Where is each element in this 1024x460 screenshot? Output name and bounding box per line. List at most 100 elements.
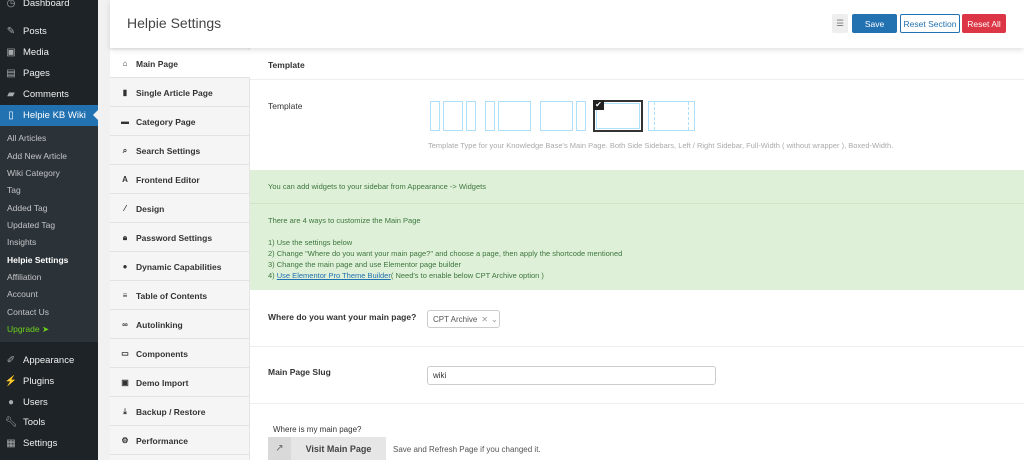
magic-wand-icon: ⁄ [124, 204, 126, 213]
menu-label: Pages [23, 68, 50, 79]
tab-dynamic-capabilities[interactable]: ● Dynamic Capabilities [110, 253, 250, 281]
external-link-icon: ↗ [268, 437, 291, 460]
tab-performance[interactable]: ⚙ Performance [110, 427, 250, 455]
dashboard-icon: ◷ [6, 0, 16, 9]
button-label: Visit Main Page [305, 443, 372, 454]
tab-table-of-contents[interactable]: ≡ Table of Contents [110, 282, 250, 310]
tab-category-page[interactable]: ▬ Category Page [110, 108, 250, 136]
template-left-sidebar[interactable] [485, 101, 531, 131]
tab-autolinking[interactable]: ∞ Autolinking [110, 311, 250, 339]
menu-label: Plugins [23, 376, 55, 387]
main-page-select[interactable]: CPT Archive ✕ ⌄ [427, 310, 500, 328]
lock-icon: 🔒︎ [122, 232, 128, 242]
elementor-link[interactable]: Use Elementor Pro Theme Builder [277, 271, 391, 280]
submenu-item[interactable]: Wiki Category [7, 168, 60, 178]
check-icon: ✔ [593, 100, 604, 110]
way-number: 4) [268, 271, 277, 280]
submenu-item[interactable]: Affiliation [7, 272, 41, 282]
tab-label: Search Settings [136, 145, 201, 156]
menu-label: Posts [23, 26, 47, 37]
menu-label: Dashboard [23, 0, 70, 9]
submenu-item[interactable]: Insights [7, 237, 36, 247]
tab-label: Password Settings [136, 232, 213, 243]
menu-media[interactable]: ▣ Media [0, 42, 98, 63]
menu-label: Helpie KB Wiki [23, 110, 86, 121]
user-icon: ● [7, 397, 15, 408]
menu-comments[interactable]: ▰ Comments [0, 84, 98, 105]
settings-header: Helpie Settings ☰ Save Reset Section Res… [110, 0, 1024, 48]
menu-helpie-kb-wiki[interactable]: ▯ Helpie KB Wiki [0, 105, 98, 126]
pages-icon: ▤ [6, 68, 16, 79]
clear-icon[interactable]: ✕ [481, 315, 488, 324]
visit-main-page-button[interactable]: ↗ Visit Main Page [268, 437, 386, 460]
menu-settings[interactable]: ▦ Settings [0, 433, 98, 454]
tab-password-settings[interactable]: 🔒︎ Password Settings [110, 224, 250, 252]
tab-frontend-editor[interactable]: A Frontend Editor [110, 166, 250, 194]
select-value: CPT Archive [433, 314, 478, 324]
menu-pages[interactable]: ▤ Pages [0, 63, 98, 84]
inbox-icon: ▭ [121, 349, 129, 358]
folder-icon: ▬ [121, 117, 129, 126]
submenu-item[interactable]: All Articles [7, 133, 46, 143]
file-icon: ▮ [122, 88, 128, 97]
template-boxed-width[interactable] [648, 101, 695, 131]
template-description: Template Type for your Knowledge Base's … [428, 141, 894, 150]
tab-components[interactable]: ▭ Components [110, 340, 250, 368]
menu-posts[interactable]: ✎ Posts [0, 21, 98, 42]
page-title: Helpie Settings [127, 15, 222, 31]
tab-label: Design [136, 203, 165, 214]
menu-tools[interactable]: 🔧︎ Tools [0, 412, 98, 433]
visit-note: Save and Refresh Page if you changed it. [393, 445, 541, 454]
list-icon: ≡ [122, 291, 128, 300]
way-item: 4) Use Elementor Pro Theme Builder( Need… [268, 271, 544, 280]
settings-tabs: ⌂ Main Page ▮ Single Article Page ▬ Categor… [110, 48, 250, 460]
template-right-sidebar[interactable] [540, 101, 586, 131]
template-full-width-selected[interactable]: ✔ [593, 100, 643, 132]
tab-main-page[interactable]: ⌂ Main Page [110, 50, 250, 78]
tab-label: Autolinking [136, 319, 183, 330]
settings-panel: Helpie Settings ☰ Save Reset Section Res… [110, 0, 1024, 460]
submenu-item[interactable]: Add New Article [7, 151, 67, 161]
save-button[interactable]: Save [852, 14, 897, 33]
wp-admin-sidebar: ◷ Dashboard ✎ Posts ▣ Media ▤ Pages ▰ Comment… [0, 0, 98, 460]
tab-search-settings[interactable]: ⌕ Search Settings [110, 137, 250, 165]
notice-ways-title: There are 4 ways to customize the Main P… [268, 216, 421, 225]
submenu-item[interactable]: Tag [7, 185, 21, 195]
submenu-item-current[interactable]: Helpie Settings [7, 255, 68, 265]
divider [250, 403, 1024, 404]
menu-appearance[interactable]: ✐ Appearance [0, 350, 98, 371]
template-label: Template [268, 101, 303, 111]
users-icon: ● [122, 262, 128, 271]
tab-label: Demo Import [136, 377, 189, 388]
submenu-item[interactable]: Updated Tag [7, 220, 55, 230]
reset-all-button[interactable]: Reset All [962, 14, 1006, 33]
submenu-item[interactable]: Account [7, 289, 38, 299]
main-page-label: Where do you want your main page? [268, 312, 417, 322]
submenu-item[interactable]: Contact Us [7, 307, 49, 317]
section-title: Template [268, 60, 305, 70]
tab-label: Dynamic Capabilities [136, 261, 222, 272]
template-both-sidebars[interactable] [430, 101, 476, 131]
toggle-menu-icon[interactable]: ☰ [832, 14, 848, 33]
tab-single-article-page[interactable]: ▮ Single Article Page [110, 79, 250, 107]
submenu-item[interactable]: Added Tag [7, 203, 48, 213]
link-icon: ∞ [122, 320, 128, 329]
menu-label: Users [23, 397, 48, 408]
submenu: All Articles Add New Article Wiki Catego… [0, 126, 98, 342]
menu-dashboard[interactable]: ◷ Dashboard [0, 0, 98, 14]
menu-label: Settings [23, 438, 58, 449]
tab-demo-import[interactable]: ▣ Demo Import [110, 369, 250, 397]
plug-icon: ⚡ [4, 376, 18, 387]
tab-backup-restore[interactable]: ⤓ Backup / Restore [110, 398, 250, 426]
tab-label: Table of Contents [136, 290, 208, 301]
book-icon: ▯ [8, 110, 14, 121]
chevron-down-icon: ⌄ [491, 314, 498, 324]
submenu-upgrade[interactable]: Upgrade ➤ [7, 324, 49, 335]
slug-input[interactable]: wiki [427, 366, 716, 385]
menu-plugins[interactable]: ⚡ Plugins [0, 371, 98, 392]
slug-label: Main Page Slug [268, 367, 331, 377]
reset-section-button[interactable]: Reset Section [900, 14, 960, 33]
menu-users[interactable]: ● Users [0, 392, 98, 413]
tab-design[interactable]: ⁄ Design [110, 195, 250, 223]
tab-label: Main Page [136, 58, 179, 69]
